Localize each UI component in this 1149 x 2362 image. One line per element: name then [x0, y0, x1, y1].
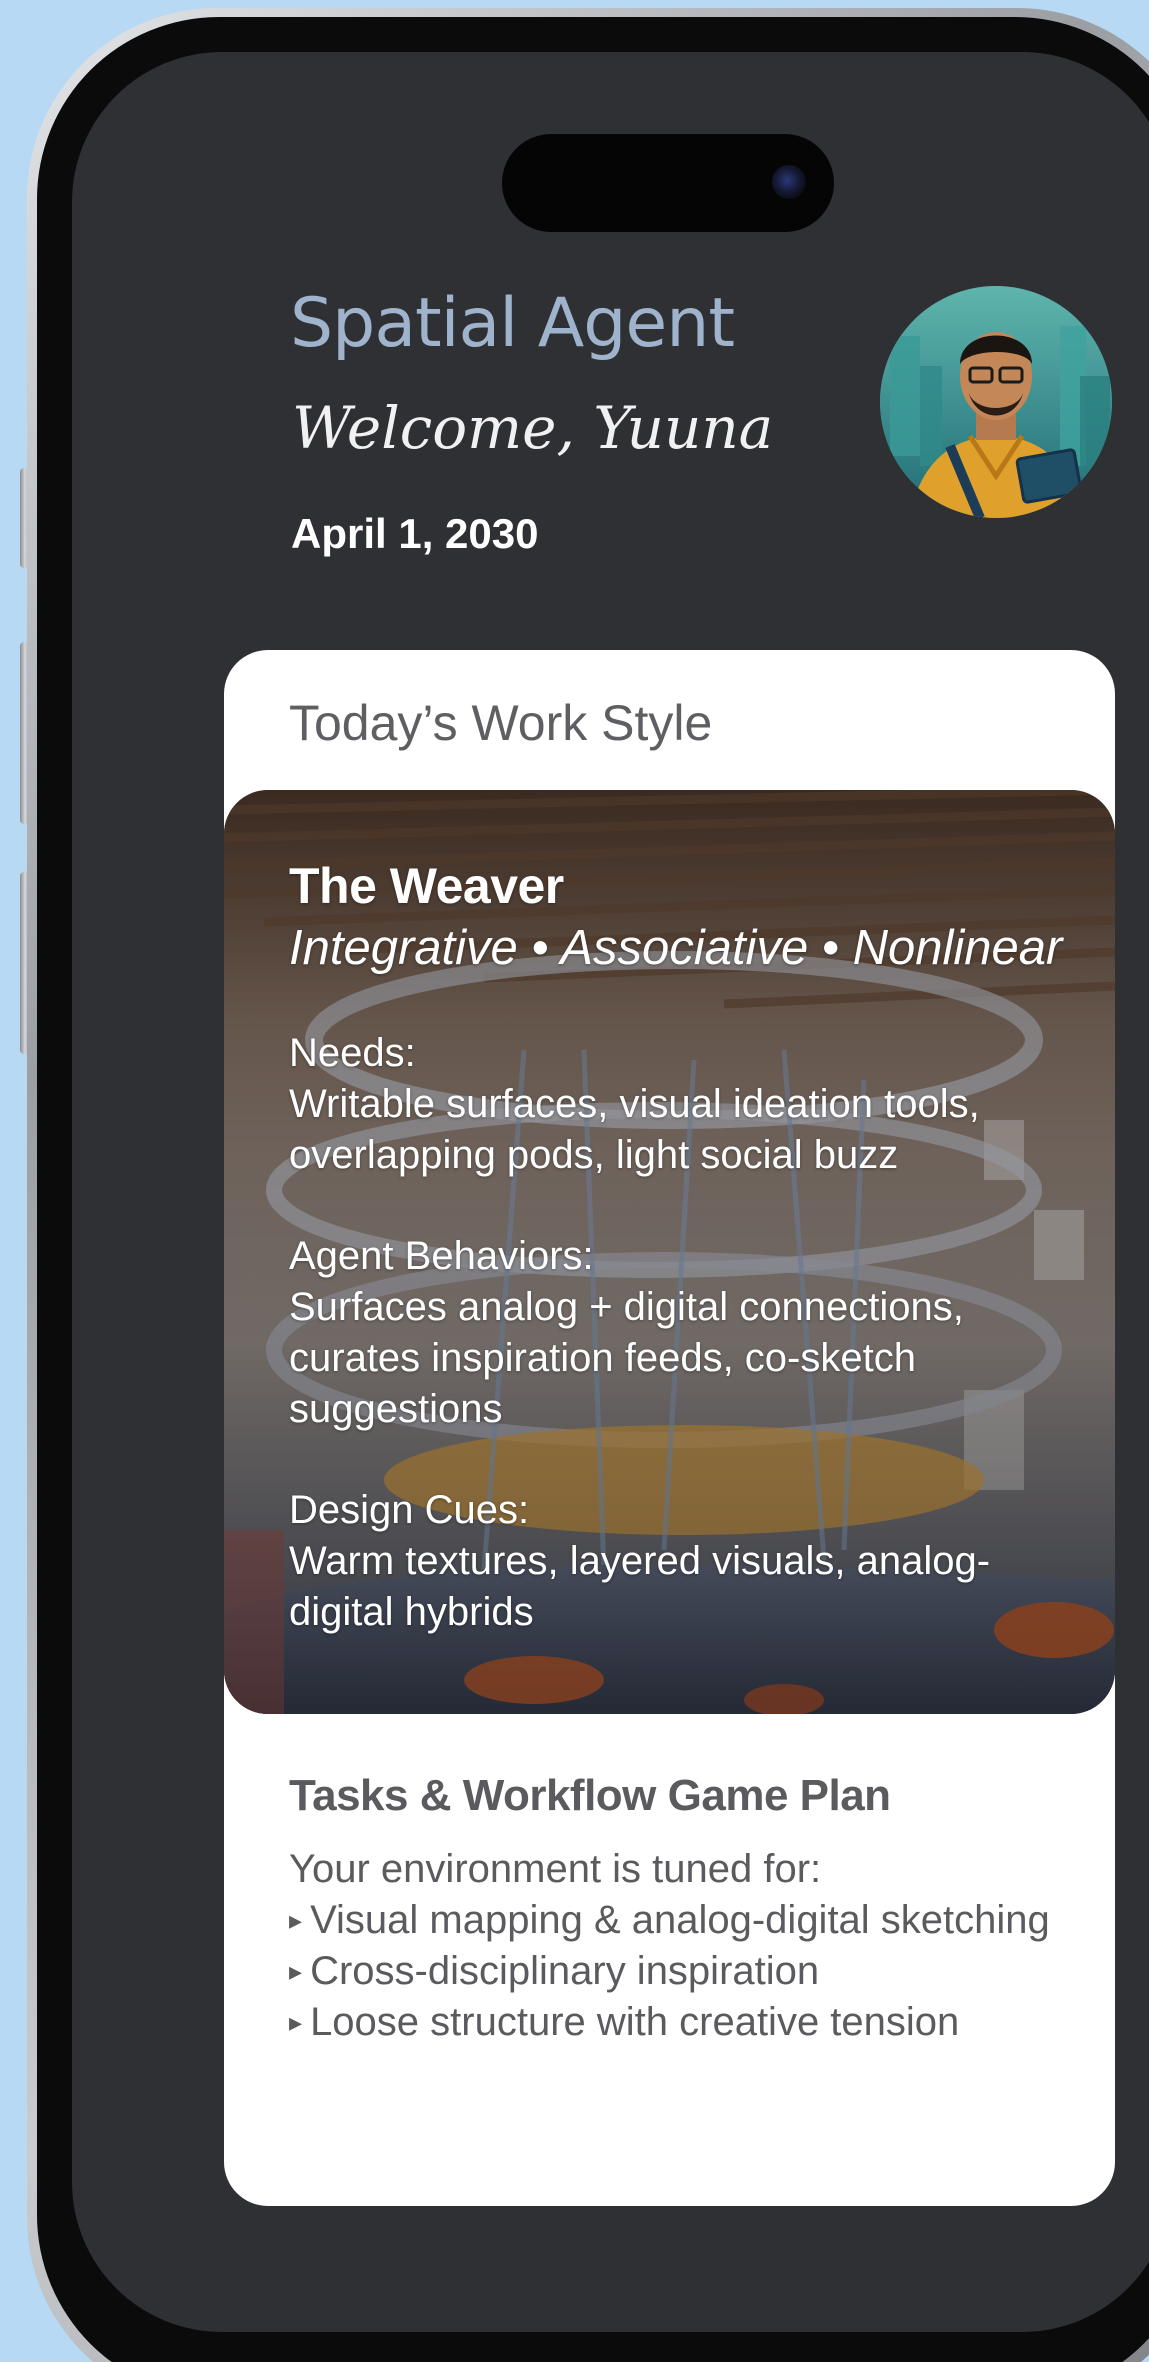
work-style-card: Today’s Work Style The Weaver Integrativ…: [224, 650, 1115, 2206]
bullet-icon: ▸: [289, 2007, 303, 2037]
list-item: ▸ Loose structure with creative tension: [289, 2000, 960, 2044]
persona-name: The Weaver: [289, 858, 564, 914]
device-mockup: Spatial Agent Welcome, Yuuna April 1, 20…: [0, 0, 1149, 2362]
welcome-message: Welcome, Yuuna: [292, 394, 774, 462]
avatar[interactable]: [880, 286, 1112, 518]
persona-panel[interactable]: The Weaver Integrative • Associative • N…: [224, 790, 1115, 1714]
design-cues-label: Design Cues:: [289, 1488, 530, 1532]
persona-traits: Integrative • Associative • Nonlinear: [289, 921, 1063, 975]
front-camera-icon: [772, 165, 806, 199]
avatar-illustration-icon: [880, 286, 1112, 518]
persona-details: The Weaver Integrative • Associative • N…: [289, 854, 1089, 1638]
app-title: Spatial Agent: [290, 284, 735, 363]
game-plan-section: Tasks & Workflow Game Plan Your environm…: [289, 1768, 1079, 2048]
agent-behaviors-label: Agent Behaviors:: [289, 1234, 594, 1278]
game-plan-title: Tasks & Workflow Game Plan: [289, 1771, 891, 1820]
phone-screen: Spatial Agent Welcome, Yuuna April 1, 20…: [72, 52, 1149, 2332]
agent-behaviors-text: Surfaces analog + digital connections, c…: [289, 1285, 964, 1431]
list-item: ▸ Visual mapping & analog-digital sketchi…: [289, 1898, 1050, 1942]
design-cues-text: Warm textures, layered visuals, analog-d…: [289, 1539, 991, 1634]
bullet-icon: ▸: [289, 1956, 303, 1986]
list-item: ▸ Cross-disciplinary inspiration: [289, 1949, 820, 1993]
card-title: Today’s Work Style: [289, 695, 713, 751]
game-plan-body: Your environment is tuned for: ▸ Visual m…: [289, 1844, 1079, 2048]
game-plan-intro: Your environment is tuned for:: [289, 1847, 822, 1891]
needs-label: Needs:: [289, 1031, 416, 1075]
bullet-icon: ▸: [289, 1905, 303, 1935]
current-date: April 1, 2030: [291, 510, 539, 557]
needs-text: Writable surfaces, visual ideation tools…: [289, 1082, 980, 1177]
dynamic-island: [502, 134, 834, 232]
